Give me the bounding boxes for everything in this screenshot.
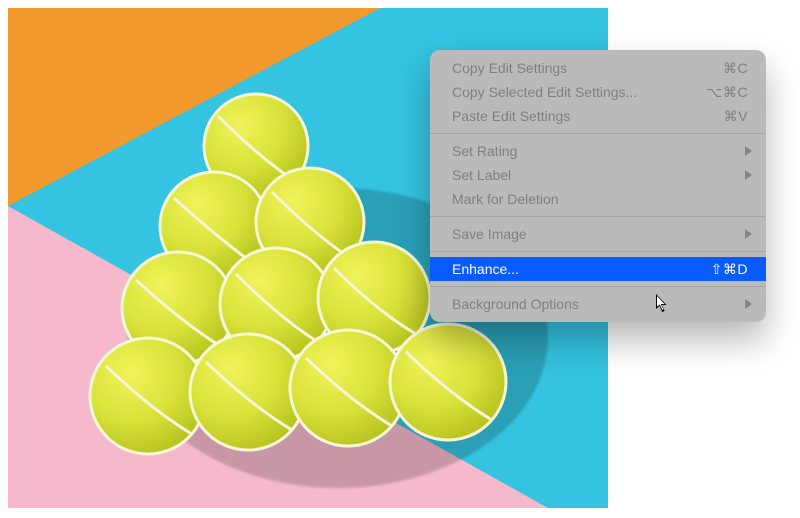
menu-separator (430, 216, 766, 217)
menu-item-paste-edit-settings[interactable]: Paste Edit Settings ⌘V (430, 104, 766, 128)
menu-item-mark-for-deletion[interactable]: Mark for Deletion (430, 187, 766, 211)
menu-item-label: Set Label (452, 167, 511, 183)
menu-item-save-image[interactable]: Save Image (430, 222, 766, 246)
context-menu[interactable]: Copy Edit Settings ⌘C Copy Selected Edit… (430, 50, 766, 322)
menu-item-copy-selected-edit-settings[interactable]: Copy Selected Edit Settings... ⌥⌘C (430, 80, 766, 104)
menu-item-shortcut: ⇧⌘D (711, 261, 748, 278)
menu-separator (430, 133, 766, 134)
menu-item-label: Copy Edit Settings (452, 60, 567, 76)
menu-item-label: Save Image (452, 226, 527, 242)
menu-item-label: Copy Selected Edit Settings... (452, 84, 637, 100)
menu-item-label: Enhance... (452, 261, 519, 277)
menu-item-label: Paste Edit Settings (452, 108, 570, 124)
menu-item-shortcut: ⌥⌘C (706, 84, 748, 101)
menu-item-shortcut: ⌘V (724, 108, 748, 125)
menu-item-enhance[interactable]: Enhance... ⇧⌘D (430, 257, 766, 281)
menu-item-copy-edit-settings[interactable]: Copy Edit Settings ⌘C (430, 56, 766, 80)
menu-item-shortcut: ⌘C (723, 60, 748, 77)
menu-item-set-label[interactable]: Set Label (430, 163, 766, 187)
menu-separator (430, 286, 766, 287)
menu-item-label: Background Options (452, 296, 579, 312)
menu-item-label: Mark for Deletion (452, 191, 559, 207)
menu-item-background-options[interactable]: Background Options (430, 292, 766, 316)
menu-item-label: Set Rating (452, 143, 517, 159)
menu-item-set-rating[interactable]: Set Rating (430, 139, 766, 163)
menu-separator (430, 251, 766, 252)
